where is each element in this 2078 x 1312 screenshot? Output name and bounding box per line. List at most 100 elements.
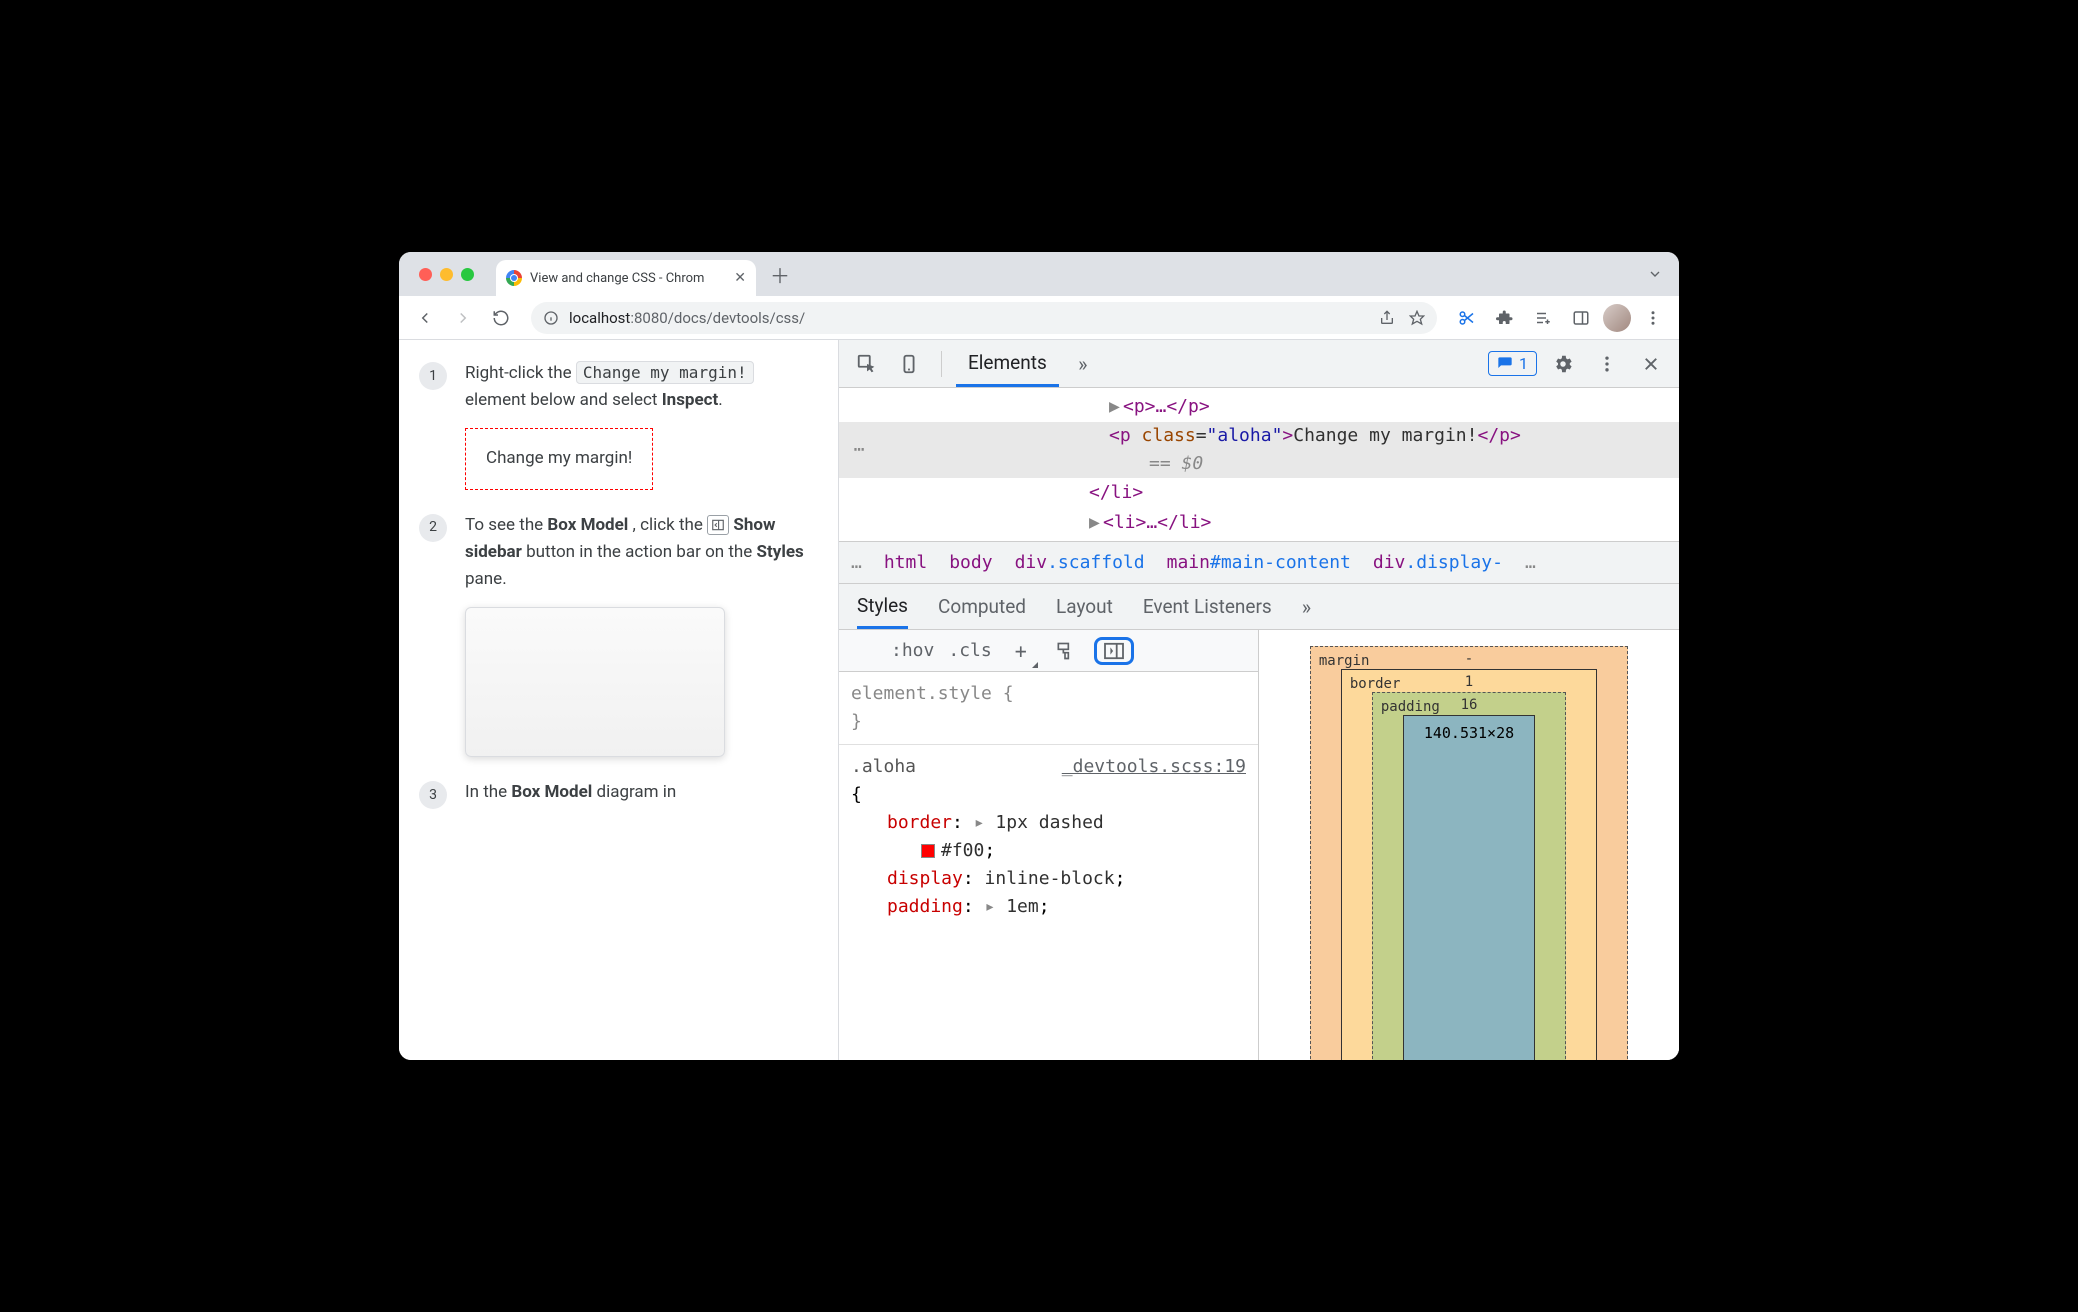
bm-value[interactable]: -: [1465, 651, 1473, 667]
browser-toolbar: localhost:8080/docs/devtools/css/: [399, 296, 1679, 340]
dom-row[interactable]: ▶<li>…</li>: [839, 508, 1679, 538]
dom-tag: >: [1282, 425, 1293, 446]
breadcrumb-overflow-right[interactable]: …: [1525, 552, 1536, 573]
back-button[interactable]: [409, 302, 441, 334]
bookmark-star-icon[interactable]: [1409, 310, 1425, 326]
maximize-window-button[interactable]: [461, 268, 474, 281]
dom-row[interactable]: </li>: [839, 478, 1679, 508]
bm-value[interactable]: 16: [1461, 697, 1478, 713]
breadcrumb-item[interactable]: main#main-content: [1167, 552, 1351, 573]
step-body: To see the Box Model , click the Show si…: [465, 512, 814, 758]
subtab-event-listeners[interactable]: Event Listeners: [1143, 584, 1272, 629]
site-info-icon[interactable]: [543, 310, 559, 326]
extensions-button[interactable]: [1489, 302, 1521, 334]
bm-value[interactable]: 1: [1465, 674, 1473, 690]
tab-elements[interactable]: Elements: [956, 340, 1059, 387]
chrome-menu-button[interactable]: [1637, 302, 1669, 334]
settings-gear-icon[interactable]: [1545, 346, 1581, 382]
new-style-rule-button[interactable]: +: [1006, 636, 1036, 666]
rule-source-link[interactable]: _devtools.scss:19: [1062, 753, 1246, 781]
reading-list-icon[interactable]: [1527, 302, 1559, 334]
new-tab-button[interactable]: ＋: [756, 260, 804, 289]
breadcrumb-item[interactable]: div.display-: [1373, 552, 1503, 573]
step-bold: Styles: [757, 542, 804, 562]
breadcrumb-item[interactable]: body: [949, 552, 992, 573]
demo-change-my-margin[interactable]: Change my margin!: [465, 428, 653, 489]
tab-close-button[interactable]: ✕: [734, 270, 746, 286]
close-window-button[interactable]: [419, 268, 432, 281]
subtab-styles[interactable]: Styles: [857, 584, 908, 629]
code-chip: Change my margin!: [576, 361, 754, 384]
dom-eq: =: [1196, 425, 1207, 446]
css-rules[interactable]: element.style { } .aloha _devtools.scss:…: [839, 672, 1258, 1060]
more-subtabs-icon[interactable]: »: [1302, 595, 1311, 619]
color-swatch[interactable]: [921, 844, 935, 858]
rule-brace: {: [851, 784, 862, 805]
omnibox-actions: [1379, 310, 1425, 326]
box-model-border[interactable]: border 1 1 1 1 padding 16 16 16: [1341, 669, 1597, 1060]
devtools-panel: Elements » 1: [839, 340, 1679, 1060]
issues-count: 1: [1519, 354, 1528, 373]
rule-aloha[interactable]: .aloha _devtools.scss:19 { border: ▸ 1px…: [851, 753, 1246, 920]
inspect-element-icon[interactable]: [849, 346, 885, 382]
step-3: 3 In the Box Model diagram in: [419, 779, 814, 809]
css-declaration[interactable]: display: inline-block;: [851, 865, 1246, 893]
dom-overflow-icon[interactable]: ⋯: [839, 436, 879, 464]
scissors-extension-icon[interactable]: [1451, 302, 1483, 334]
breadcrumb-overflow-left[interactable]: …: [851, 552, 862, 573]
reload-button[interactable]: [485, 302, 517, 334]
close-devtools-icon[interactable]: [1633, 346, 1669, 382]
step-bold: Inspect: [662, 390, 719, 410]
box-model-diagram[interactable]: margin - - - - border 1 1 1 1: [1310, 646, 1628, 1060]
rule-selector[interactable]: .aloha: [851, 756, 916, 777]
paint-brush-icon[interactable]: [1050, 636, 1080, 666]
css-declaration-value[interactable]: #f00;: [851, 837, 1246, 865]
device-toolbar-icon[interactable]: [891, 346, 927, 382]
rule-element-style[interactable]: element.style { }: [851, 680, 1246, 736]
show-sidebar-icon: [707, 515, 729, 535]
box-model-margin[interactable]: margin - - - - border 1 1 1 1: [1310, 646, 1628, 1060]
step-2: 2 To see the Box Model , click the Show …: [419, 512, 814, 758]
page-pane[interactable]: 1 Right-click the Change my margin! elem…: [399, 340, 839, 1060]
share-icon[interactable]: [1379, 310, 1395, 326]
content-area: 1 Right-click the Change my margin! elem…: [399, 340, 1679, 1060]
subtab-layout[interactable]: Layout: [1056, 584, 1113, 629]
profile-avatar[interactable]: [1603, 304, 1631, 332]
step-bold: Box Model: [511, 782, 592, 802]
breadcrumb-item[interactable]: html: [884, 552, 927, 573]
issues-button[interactable]: 1: [1488, 351, 1537, 376]
more-tabs-icon[interactable]: »: [1065, 346, 1101, 382]
box-model-content[interactable]: 140.531×28: [1403, 715, 1535, 1060]
dom-tag: <p: [1109, 425, 1142, 446]
cls-button[interactable]: .cls: [948, 640, 991, 661]
browser-tab[interactable]: View and change CSS - Chrom ✕: [496, 260, 756, 296]
subtab-computed[interactable]: Computed: [938, 584, 1026, 629]
url-text: localhost:8080/docs/devtools/css/: [569, 309, 805, 327]
css-declaration[interactable]: border: ▸ 1px dashed: [851, 809, 1246, 837]
dom-text: Change my margin!: [1293, 425, 1477, 446]
side-panel-icon[interactable]: [1565, 302, 1597, 334]
box-model-pane[interactable]: margin - - - - border 1 1 1 1: [1259, 630, 1679, 1060]
step-text: In the: [465, 782, 511, 802]
step-text: , click the: [633, 515, 708, 535]
css-declaration[interactable]: padding: ▸ 1em;: [851, 893, 1246, 921]
tab-strip: View and change CSS - Chrom ✕ ＋: [399, 252, 1679, 296]
minimize-window-button[interactable]: [440, 268, 453, 281]
box-model-padding[interactable]: padding 16 16 16 16 140.531×28: [1372, 692, 1566, 1060]
step-text: To see the: [465, 515, 547, 535]
dom-value: "aloha": [1207, 425, 1283, 446]
hov-button[interactable]: :hov: [891, 640, 934, 661]
dom-row[interactable]: ▶<p>…</p>: [839, 392, 1679, 422]
address-bar[interactable]: localhost:8080/docs/devtools/css/: [531, 302, 1437, 334]
dom-breadcrumbs[interactable]: … html body div.scaffold main#main-conte…: [839, 542, 1679, 584]
show-sidebar-button[interactable]: [1094, 637, 1134, 665]
browser-window: View and change CSS - Chrom ✕ ＋ localhos…: [399, 252, 1679, 1060]
styles-split: :hov .cls + element.style { }: [839, 630, 1679, 1060]
tab-list-button[interactable]: [1647, 266, 1663, 282]
forward-button[interactable]: [447, 302, 479, 334]
dom-tree[interactable]: ▶<p>…</p> ⋯ <p class="aloha">Change my m…: [839, 388, 1679, 542]
dom-row-selected[interactable]: ⋯ <p class="aloha">Change my margin!</p>…: [839, 422, 1679, 478]
devtools-menu-icon[interactable]: [1589, 346, 1625, 382]
step-text: button in the action bar on the: [526, 542, 756, 562]
breadcrumb-item[interactable]: div.scaffold: [1015, 552, 1145, 573]
